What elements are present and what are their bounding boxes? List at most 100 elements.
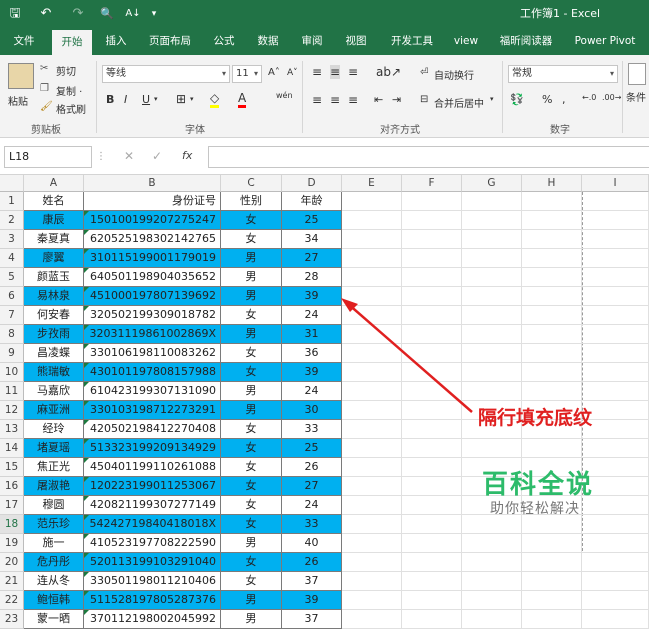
- empty-cell[interactable]: [402, 249, 462, 268]
- cancel-icon[interactable]: ✕: [124, 149, 134, 163]
- tab-formulas[interactable]: 公式: [206, 28, 242, 55]
- column-header-a[interactable]: A: [24, 175, 84, 192]
- empty-cell[interactable]: [582, 401, 649, 420]
- conditional-formatting-icon[interactable]: [628, 63, 646, 85]
- data-cell[interactable]: 120223199011253067: [84, 477, 221, 496]
- data-cell[interactable]: 男: [221, 591, 282, 610]
- data-cell[interactable]: 步孜雨: [24, 325, 84, 344]
- data-cell[interactable]: 420821199307277149: [84, 496, 221, 515]
- data-cell[interactable]: 女: [221, 420, 282, 439]
- empty-cell[interactable]: [522, 572, 582, 591]
- data-cell[interactable]: 女: [221, 363, 282, 382]
- empty-cell[interactable]: [402, 268, 462, 287]
- data-cell[interactable]: 34: [282, 230, 342, 249]
- format-painter-icon[interactable]: 🖌: [40, 101, 53, 112]
- empty-cell[interactable]: [402, 496, 462, 515]
- row-header[interactable]: 3: [0, 230, 24, 249]
- data-cell[interactable]: 男: [221, 610, 282, 629]
- wrap-text-icon[interactable]: ⏎: [420, 67, 428, 78]
- empty-cell[interactable]: [462, 534, 522, 553]
- wrap-text-button[interactable]: 自动换行: [434, 67, 474, 82]
- empty-cell[interactable]: [522, 325, 582, 344]
- empty-cell[interactable]: [342, 268, 402, 287]
- data-cell[interactable]: 32031119861002869X: [84, 325, 221, 344]
- tab-home[interactable]: 开始: [52, 30, 92, 55]
- data-cell[interactable]: 男: [221, 382, 282, 401]
- data-cell[interactable]: 康辰: [24, 211, 84, 230]
- empty-cell[interactable]: [342, 306, 402, 325]
- borders-icon[interactable]: ⊞: [176, 92, 186, 106]
- row-header[interactable]: 13: [0, 420, 24, 439]
- data-cell[interactable]: 33: [282, 420, 342, 439]
- empty-cell[interactable]: [342, 553, 402, 572]
- empty-cell[interactable]: [402, 553, 462, 572]
- cut-button[interactable]: 剪切: [56, 63, 76, 78]
- row-header[interactable]: 7: [0, 306, 24, 325]
- data-cell[interactable]: 25: [282, 211, 342, 230]
- data-cell[interactable]: 37: [282, 572, 342, 591]
- row-header[interactable]: 10: [0, 363, 24, 382]
- column-header-d[interactable]: D: [282, 175, 342, 192]
- data-cell[interactable]: 熊瑞敏: [24, 363, 84, 382]
- fill-color-icon[interactable]: ◇: [210, 91, 220, 108]
- data-cell[interactable]: 马嘉欣: [24, 382, 84, 401]
- data-cell[interactable]: 女: [221, 211, 282, 230]
- empty-cell[interactable]: [402, 534, 462, 553]
- data-cell[interactable]: 屠淑艳: [24, 477, 84, 496]
- empty-cell[interactable]: [342, 401, 402, 420]
- empty-cell[interactable]: [402, 344, 462, 363]
- row-header[interactable]: 16: [0, 477, 24, 496]
- row-header[interactable]: 23: [0, 610, 24, 629]
- data-cell[interactable]: 危丹彤: [24, 553, 84, 572]
- data-cell[interactable]: 女: [221, 344, 282, 363]
- empty-cell[interactable]: [462, 306, 522, 325]
- empty-cell[interactable]: [582, 572, 649, 591]
- data-cell[interactable]: 女: [221, 496, 282, 515]
- data-cell[interactable]: 27: [282, 249, 342, 268]
- data-cell[interactable]: 堵夏瑶: [24, 439, 84, 458]
- print-preview-icon[interactable]: 🔍: [98, 0, 116, 28]
- empty-cell[interactable]: [402, 325, 462, 344]
- empty-cell[interactable]: [582, 325, 649, 344]
- tab-power-pivot[interactable]: Power Pivot: [570, 28, 640, 55]
- data-cell[interactable]: 33: [282, 515, 342, 534]
- align-center-icon[interactable]: ≡: [330, 93, 340, 107]
- tab-insert[interactable]: 插入: [98, 28, 134, 55]
- decrease-indent-icon[interactable]: ⇤: [374, 93, 383, 106]
- data-cell[interactable]: 女: [221, 515, 282, 534]
- data-cell[interactable]: 610423199307131090: [84, 382, 221, 401]
- column-header-g[interactable]: G: [462, 175, 522, 192]
- empty-cell[interactable]: [582, 591, 649, 610]
- column-header-c[interactable]: C: [221, 175, 282, 192]
- empty-cell[interactable]: [462, 344, 522, 363]
- data-cell[interactable]: 450401199110261088: [84, 458, 221, 477]
- empty-cell[interactable]: [342, 458, 402, 477]
- empty-cell[interactable]: [522, 306, 582, 325]
- empty-cell[interactable]: [462, 230, 522, 249]
- data-cell[interactable]: 39: [282, 363, 342, 382]
- align-bottom-icon[interactable]: ≡: [348, 65, 358, 79]
- tab-view[interactable]: 视图: [338, 28, 374, 55]
- chevron-down-icon[interactable]: ▾: [190, 95, 194, 103]
- data-cell[interactable]: 640501198904035652: [84, 268, 221, 287]
- data-cell[interactable]: 39: [282, 287, 342, 306]
- header-cell[interactable]: 姓名: [24, 192, 84, 211]
- data-cell[interactable]: 男: [221, 287, 282, 306]
- row-header[interactable]: 5: [0, 268, 24, 287]
- data-cell[interactable]: 穆圆: [24, 496, 84, 515]
- empty-cell[interactable]: [582, 515, 649, 534]
- data-cell[interactable]: 27: [282, 477, 342, 496]
- empty-cell[interactable]: [582, 553, 649, 572]
- row-header[interactable]: 2: [0, 211, 24, 230]
- data-cell[interactable]: 易林泉: [24, 287, 84, 306]
- row-header[interactable]: 14: [0, 439, 24, 458]
- decrease-decimal-icon[interactable]: .00→: [602, 93, 621, 102]
- copy-icon[interactable]: ❐: [40, 83, 49, 94]
- row-header[interactable]: 18: [0, 515, 24, 534]
- empty-cell[interactable]: [522, 553, 582, 572]
- empty-cell[interactable]: [462, 249, 522, 268]
- bold-button[interactable]: B: [106, 93, 114, 106]
- shrink-font-button[interactable]: A˅: [287, 68, 298, 78]
- data-cell[interactable]: 施一: [24, 534, 84, 553]
- empty-cell[interactable]: [342, 420, 402, 439]
